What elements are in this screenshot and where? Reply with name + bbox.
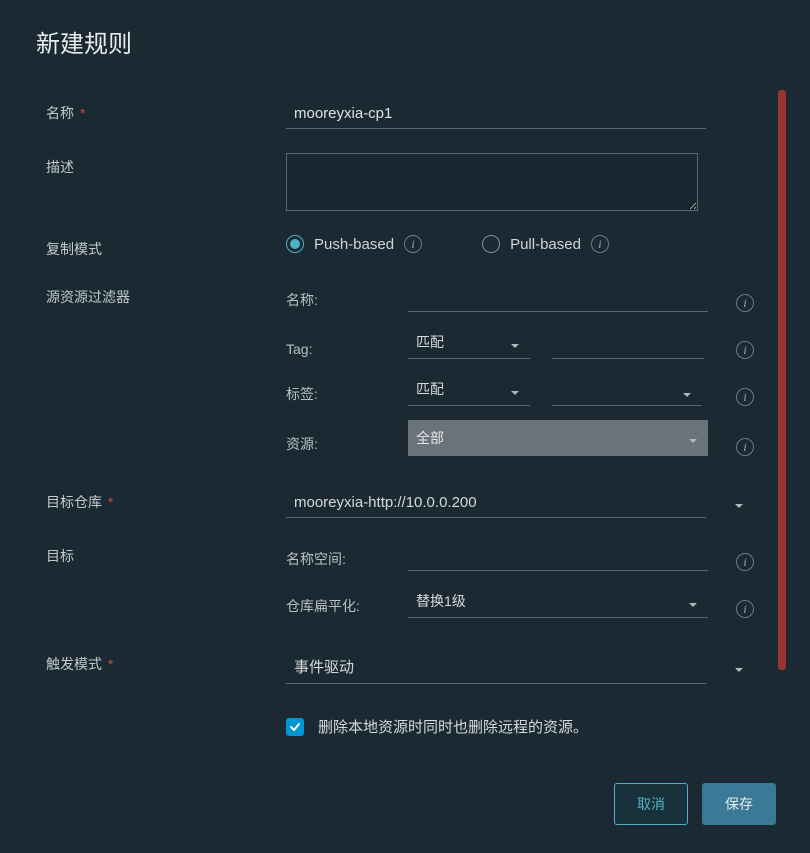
trigger-mode-select[interactable]: 事件驱动 bbox=[286, 650, 706, 684]
check-icon bbox=[289, 721, 301, 733]
row-name: 名称 * bbox=[46, 99, 754, 129]
target-registry-select[interactable]: mooreyxia-http://10.0.0.200 bbox=[286, 488, 706, 518]
filter-resource-select-wrap: 全部 bbox=[408, 420, 708, 456]
field-target-registry: mooreyxia-http://10.0.0.200 bbox=[286, 488, 754, 518]
filter-label-match-select[interactable]: 匹配 bbox=[408, 373, 530, 406]
label-source-filter: 源资源过滤器 bbox=[46, 283, 286, 307]
filter-label-sublabel: 标签: bbox=[286, 384, 386, 406]
filter-tag-match-select-wrap: 匹配 bbox=[408, 326, 530, 359]
label-trigger-mode: 触发模式 * bbox=[46, 650, 286, 674]
save-button[interactable]: 保存 bbox=[702, 783, 776, 825]
row-source-filter: 源资源过滤器 名称: i Tag: 匹配 i bbox=[46, 283, 754, 456]
required-star: * bbox=[80, 105, 85, 121]
target-namespace-sublabel: 名称空间: bbox=[286, 549, 386, 571]
info-icon[interactable]: i bbox=[736, 388, 754, 406]
scrollbar-thumb[interactable] bbox=[778, 90, 786, 670]
modal-title: 新建规则 bbox=[36, 24, 774, 59]
filter-name-input[interactable] bbox=[408, 283, 708, 312]
filter-label-value-select[interactable] bbox=[552, 377, 702, 406]
target-flatten-sublabel: 仓库扁平化: bbox=[286, 596, 386, 618]
filter-tag-input[interactable] bbox=[552, 330, 704, 359]
radio-group: Push-based i Pull-based i bbox=[286, 235, 754, 253]
info-icon[interactable]: i bbox=[736, 553, 754, 571]
row-target: 目标 名称空间: i 仓库扁平化: 替换1级 i bbox=[46, 542, 754, 618]
modal-header: 新建规则 bbox=[0, 0, 810, 75]
field-name bbox=[286, 99, 754, 129]
modal-body: 名称 * 描述 复制模式 Pu bbox=[0, 75, 800, 763]
filter-label-line: 标签: 匹配 i bbox=[286, 373, 754, 406]
radio-push-label: Push-based bbox=[314, 236, 394, 253]
label-replication-mode: 复制模式 bbox=[46, 235, 286, 259]
field-replication-mode: Push-based i Pull-based i bbox=[286, 235, 754, 253]
info-icon[interactable]: i bbox=[736, 438, 754, 456]
target-namespace-input[interactable] bbox=[408, 542, 708, 571]
target-namespace-line: 名称空间: i bbox=[286, 542, 754, 571]
filter-name-line: 名称: i bbox=[286, 283, 754, 312]
label-name: 名称 * bbox=[46, 99, 286, 123]
delete-remote-checkbox-row: 删除本地资源时同时也删除远程的资源。 bbox=[286, 716, 754, 737]
target-flatten-line: 仓库扁平化: 替换1级 i bbox=[286, 585, 754, 618]
delete-remote-checkbox[interactable] bbox=[286, 718, 304, 736]
radio-pull-label: Pull-based bbox=[510, 236, 581, 253]
label-target-registry-text: 目标仓库 bbox=[46, 494, 102, 510]
row-replication-mode: 复制模式 Push-based i Pull-based i bbox=[46, 235, 754, 259]
info-icon[interactable]: i bbox=[736, 600, 754, 618]
radio-circle-push bbox=[286, 235, 304, 253]
field-trigger-mode: 事件驱动 删除本地资源时同时也删除远程的资源。 bbox=[286, 650, 754, 737]
delete-remote-label: 删除本地资源时同时也删除远程的资源。 bbox=[318, 716, 588, 737]
filter-resource-line: 资源: 全部 i bbox=[286, 420, 754, 456]
radio-dot bbox=[290, 239, 300, 249]
cancel-button[interactable]: 取消 bbox=[614, 783, 688, 825]
filter-tag-line: Tag: 匹配 i bbox=[286, 326, 754, 359]
required-star: * bbox=[108, 656, 113, 672]
trigger-mode-select-wrap: 事件驱动 bbox=[286, 650, 754, 684]
filter-label-match-select-wrap: 匹配 bbox=[408, 373, 530, 406]
modal-footer: 取消 保存 bbox=[0, 763, 810, 853]
info-icon[interactable]: i bbox=[404, 235, 422, 253]
filter-label-value-select-wrap bbox=[552, 377, 702, 406]
field-description bbox=[286, 153, 754, 211]
filter-resource-select[interactable]: 全部 bbox=[408, 420, 708, 456]
info-icon[interactable]: i bbox=[736, 341, 754, 359]
radio-pull[interactable]: Pull-based i bbox=[482, 235, 609, 253]
target-flatten-select[interactable]: 替换1级 bbox=[408, 585, 708, 618]
filter-tag-match-select[interactable]: 匹配 bbox=[408, 326, 530, 359]
target-flatten-select-wrap: 替换1级 bbox=[408, 585, 708, 618]
chevron-down-icon bbox=[734, 498, 744, 508]
scrollbar-track[interactable] bbox=[778, 90, 786, 789]
filter-tag-sublabel: Tag: bbox=[286, 341, 386, 359]
description-input[interactable] bbox=[286, 153, 698, 211]
target-registry-select-wrap: mooreyxia-http://10.0.0.200 bbox=[286, 488, 754, 518]
label-description: 描述 bbox=[46, 153, 286, 177]
name-input[interactable] bbox=[286, 99, 706, 129]
required-star: * bbox=[108, 494, 113, 510]
label-trigger-mode-text: 触发模式 bbox=[46, 656, 102, 672]
label-name-text: 名称 bbox=[46, 105, 74, 121]
new-rule-modal: 新建规则 名称 * 描述 复制模式 bbox=[0, 0, 810, 853]
field-target: 名称空间: i 仓库扁平化: 替换1级 i bbox=[286, 542, 754, 618]
row-trigger-mode: 触发模式 * 事件驱动 删除本地资源时同时也删除远程的资源。 bbox=[46, 650, 754, 737]
field-source-filter: 名称: i Tag: 匹配 i 标签: bbox=[286, 283, 754, 456]
row-description: 描述 bbox=[46, 153, 754, 211]
row-target-registry: 目标仓库 * mooreyxia-http://10.0.0.200 bbox=[46, 488, 754, 518]
info-icon[interactable]: i bbox=[591, 235, 609, 253]
chevron-down-icon bbox=[734, 662, 744, 672]
radio-push[interactable]: Push-based i bbox=[286, 235, 422, 253]
filter-name-sublabel: 名称: bbox=[286, 290, 386, 312]
radio-circle-pull bbox=[482, 235, 500, 253]
info-icon[interactable]: i bbox=[736, 294, 754, 312]
filter-resource-sublabel: 资源: bbox=[286, 434, 386, 456]
label-target: 目标 bbox=[46, 542, 286, 566]
label-target-registry: 目标仓库 * bbox=[46, 488, 286, 512]
